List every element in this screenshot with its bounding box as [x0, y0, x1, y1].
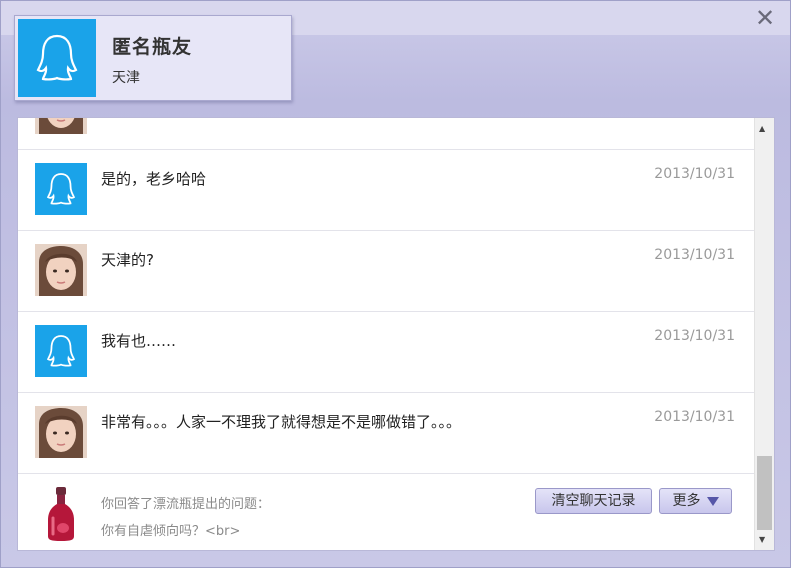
- message-date: 2013/10/31: [654, 247, 735, 263]
- clear-history-button[interactable]: 清空聊天记录: [535, 488, 652, 514]
- profile-card: 匿名瓶友 天津: [14, 15, 292, 101]
- girl-avatar: [35, 244, 87, 296]
- list-item: 我有也…… 2013/10/31: [18, 312, 755, 393]
- answered-question-label: 你回答了漂流瓶提出的问题：: [101, 497, 271, 512]
- girl-avatar: [35, 406, 87, 458]
- message-date: 2013/10/31: [654, 166, 735, 182]
- profile-city: 天津: [112, 70, 140, 86]
- scroll-down-icon[interactable]: ▼: [759, 535, 765, 544]
- girl-avatar: [35, 118, 87, 134]
- list-item: 是的，老乡哈哈 2013/10/31: [18, 150, 755, 231]
- message-text: 我有也……: [101, 332, 177, 350]
- more-button[interactable]: 更多: [659, 488, 732, 514]
- chat-window: ✕ 匿名瓶友 天津 是的，老乡哈哈 2013/10/31 天津的? 2013/1…: [0, 0, 791, 568]
- list-item: 非常有。。。人家一不理我了就得想是不是哪做错了。。。 2013/10/31: [18, 393, 755, 474]
- chat-panel: 是的，老乡哈哈 2013/10/31 天津的? 2013/10/31 我有也………: [17, 117, 775, 551]
- profile-name: 匿名瓶友: [112, 36, 193, 58]
- message-text: 非常有。。。人家一不理我了就得想是不是哪做错了。。。: [101, 413, 462, 431]
- list-item: 天津的? 2013/10/31: [18, 231, 755, 312]
- more-label: 更多: [672, 493, 701, 509]
- dropdown-arrow-icon: [706, 496, 719, 506]
- qq-penguin-icon: [35, 163, 87, 215]
- qq-penguin-icon: [35, 325, 87, 377]
- close-button[interactable]: ✕: [754, 6, 776, 30]
- scroll-thumb[interactable]: [757, 456, 772, 530]
- qq-penguin-icon: [18, 19, 96, 97]
- scroll-up-icon[interactable]: ▲: [759, 124, 765, 133]
- message-text: 天津的?: [101, 251, 154, 269]
- bottle-question: 你有自虐倾向吗？<br>: [101, 524, 241, 539]
- message-date: 2013/10/31: [654, 409, 735, 425]
- bottle-icon: [45, 486, 77, 542]
- message-text: 是的，老乡哈哈: [101, 170, 207, 188]
- vertical-scrollbar[interactable]: ▲ ▼: [754, 118, 774, 550]
- message-list: 是的，老乡哈哈 2013/10/31 天津的? 2013/10/31 我有也………: [18, 118, 755, 478]
- footer: 你回答了漂流瓶提出的问题： 你有自虐倾向吗？<br> 清空聊天记录 更多: [18, 478, 755, 550]
- list-item: [18, 118, 755, 150]
- message-date: 2013/10/31: [654, 328, 735, 344]
